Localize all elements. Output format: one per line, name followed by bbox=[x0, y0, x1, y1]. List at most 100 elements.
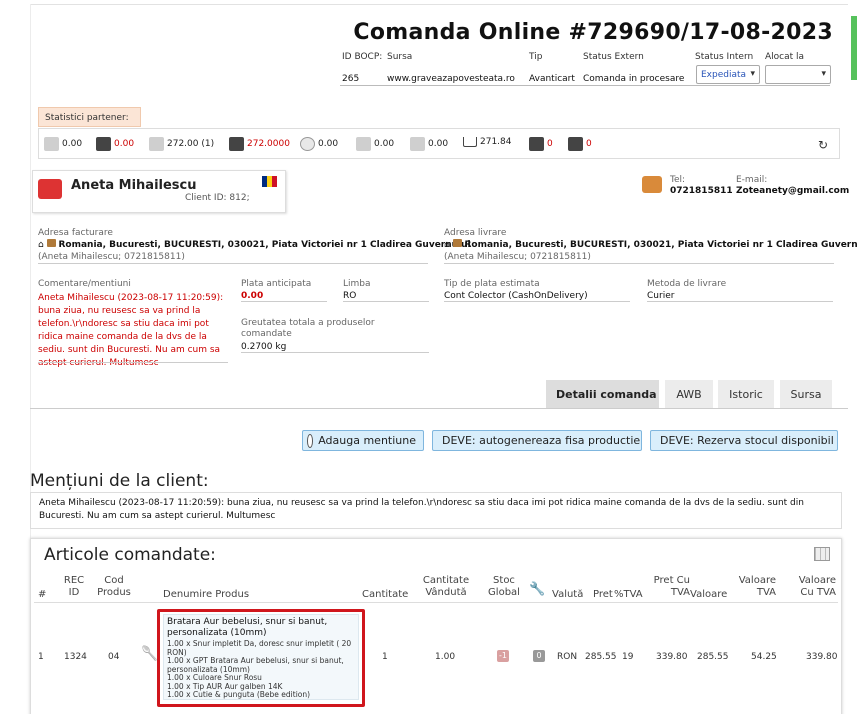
delivery-underline bbox=[647, 301, 833, 302]
payment-type-value: Cont Colector (CashOnDelivery) bbox=[444, 291, 588, 301]
col-cant-vanduta: Cantitate Vândută bbox=[422, 575, 470, 598]
tab-istoric[interactable]: Istoric bbox=[718, 380, 774, 408]
partner-stat: 0.00 bbox=[300, 137, 338, 151]
client-name[interactable]: Aneta Mihailescu bbox=[71, 178, 197, 193]
product-name: Bratara Aur bebelusi, snur si banut, per… bbox=[167, 617, 328, 638]
product-option: 1.00 x GPT Bratara Aur bebelusi, snur si… bbox=[167, 656, 344, 674]
comment-text: Aneta Mihailescu (2023-08-17 11:20:59): … bbox=[38, 293, 224, 368]
col-tva: %TVA bbox=[614, 589, 643, 600]
partner-stat: 0 bbox=[529, 137, 553, 151]
reserve-stock-button[interactable]: DEVE: Rezerva stocul disponibil bbox=[650, 430, 838, 451]
row-valoare-tva: 54.25 bbox=[751, 652, 777, 662]
partner-stat-value: 0.00 bbox=[62, 139, 83, 149]
partner-stat-value: 0.00 bbox=[318, 139, 339, 149]
money-bag-icon bbox=[529, 137, 544, 151]
frame-top-border bbox=[30, 4, 848, 5]
hand-money-icon bbox=[229, 137, 244, 151]
box-icon bbox=[452, 239, 462, 247]
partner-stat: 272.00 (1) bbox=[149, 137, 214, 151]
mentions-text: Aneta Mihailescu (2023-08-17 11:20:59): … bbox=[30, 492, 842, 529]
cart-icon bbox=[463, 137, 477, 147]
delivery-value: Curier bbox=[647, 291, 675, 301]
product-option: 1.00 x Cutie & punguta (Bebe edition) bbox=[167, 690, 311, 699]
status-extern-value: Comanda in procesare bbox=[583, 74, 685, 84]
shipping-underline bbox=[444, 263, 834, 264]
header-divider bbox=[340, 85, 830, 86]
partner-stat: 272.0000 bbox=[229, 137, 290, 151]
tab-awb[interactable]: AWB bbox=[665, 380, 713, 408]
col-denumire: Denumire Produs bbox=[163, 589, 250, 600]
payment-type-label: Tip de plata estimata bbox=[444, 279, 540, 289]
box-icon bbox=[46, 239, 56, 247]
partner-stat-value: 0.00 bbox=[114, 139, 135, 149]
chevron-down-icon: ▾ bbox=[750, 69, 755, 79]
grid-icon[interactable] bbox=[814, 547, 830, 561]
row-cantitate: 1 bbox=[382, 652, 388, 662]
product-options: 1.00 x Snur impletit Da, doresc snur imp… bbox=[167, 639, 359, 700]
weight-underline bbox=[241, 352, 429, 353]
billing-label: Adresa facturare bbox=[38, 228, 113, 238]
col-valoare-tva: Valoare TVA bbox=[738, 575, 776, 598]
language-value: RO bbox=[343, 291, 357, 301]
col-cantitate: Cantitate bbox=[362, 589, 409, 600]
status-extern-label: Status Extern bbox=[583, 52, 644, 62]
shipping-label: Adresa livrare bbox=[444, 228, 507, 238]
col-valoare-cu-tva: Valoare Cu TVA bbox=[798, 575, 836, 598]
refresh-icon[interactable]: ↻ bbox=[818, 138, 828, 152]
tip-value: Avanticart bbox=[529, 74, 575, 84]
romania-flag-icon bbox=[262, 176, 277, 187]
sursa-label: Sursa bbox=[387, 52, 413, 62]
tab-detalii-comanda[interactable]: Detalii comanda bbox=[546, 380, 659, 408]
language-label: Limba bbox=[343, 279, 371, 289]
partner-stat: 271.84 bbox=[463, 137, 512, 147]
side-status-strip bbox=[851, 16, 857, 80]
chevron-down-icon: ▾ bbox=[821, 69, 826, 79]
tel-label: Tel: bbox=[670, 175, 686, 185]
row-valuta: RON bbox=[557, 652, 578, 662]
billing-address-text: Romania, Bucuresti, BUCURESTI, 030021, P… bbox=[58, 240, 471, 250]
cash-return-icon bbox=[356, 137, 371, 151]
status-intern-selected: Expediata bbox=[701, 70, 747, 80]
partner-stat: 0.00 bbox=[356, 137, 394, 151]
alocat-select[interactable]: ▾ bbox=[765, 65, 831, 84]
weight-value: 0.2700 kg bbox=[241, 342, 287, 352]
tip-label: Tip bbox=[529, 52, 543, 62]
reserve-stock-label: DEVE: Rezerva stocul disponibil bbox=[660, 434, 834, 447]
partner-stat: 0.00 bbox=[96, 137, 134, 151]
add-mention-button[interactable]: Adauga mentiune bbox=[302, 430, 424, 451]
tel-value[interactable]: 0721815811 bbox=[670, 186, 733, 196]
comment-underline bbox=[38, 362, 228, 363]
status-intern-select[interactable]: Expediata ▾ bbox=[696, 65, 760, 84]
billing-contact: (Aneta Mihailescu; 0721815811) bbox=[38, 252, 185, 262]
partner-stat: 0 bbox=[568, 137, 592, 151]
page-title: Comanda Online #729690/17-08-2023 bbox=[353, 20, 833, 45]
billing-address: ⌂ Romania, Bucuresti, BUCURESTI, 030021,… bbox=[38, 239, 471, 250]
tab-sursa[interactable]: Sursa bbox=[780, 380, 832, 408]
contact-icon bbox=[642, 176, 662, 193]
id-bocp-value: 265 bbox=[342, 74, 360, 84]
table-header-divider bbox=[34, 602, 838, 603]
row-valoare: 285.55 bbox=[697, 652, 729, 662]
advance-label: Plata anticipata bbox=[241, 279, 312, 289]
client-id: Client ID: 812; bbox=[185, 193, 250, 203]
partner-stat: 0.00 bbox=[410, 137, 448, 151]
money-stack-icon bbox=[149, 137, 164, 151]
alocat-label: Alocat la bbox=[765, 52, 805, 62]
email-value[interactable]: Zoteanety@gmail.com bbox=[736, 186, 849, 196]
sursa-value: www.graveazapovesteata.ro bbox=[387, 74, 515, 84]
shipping-contact: (Aneta Mihailescu; 0721815811) bbox=[444, 252, 591, 262]
autogenerate-button[interactable]: DEVE: autogenereaza fisa productie bbox=[432, 430, 642, 451]
col-valuta: Valută bbox=[552, 589, 584, 600]
col-pret: Pret bbox=[593, 589, 613, 600]
client-icon bbox=[38, 179, 62, 199]
email-label: E-mail: bbox=[736, 175, 768, 185]
partner-stat-value: 0 bbox=[547, 139, 553, 149]
edit-wrench-icon[interactable]: 🥄 bbox=[141, 646, 158, 664]
order-page: { "header": { "title": "Comanda Online #… bbox=[0, 0, 857, 714]
wrench-icon: 🔧 bbox=[529, 582, 546, 597]
partner-stat-value: 0.00 bbox=[428, 139, 449, 149]
col-cod: Cod Produs bbox=[97, 575, 131, 598]
shipping-address: ⌂ Romania, Bucuresti, BUCURESTI, 030021,… bbox=[444, 239, 857, 250]
row-nr: 1 bbox=[38, 652, 44, 662]
stock-badge: -1 bbox=[497, 650, 509, 662]
